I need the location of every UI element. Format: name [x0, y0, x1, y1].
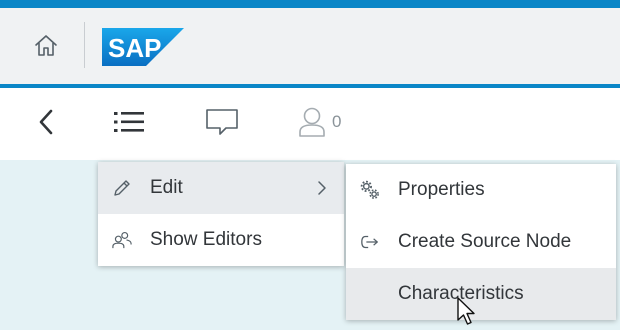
mouse-cursor-icon [457, 297, 475, 325]
menu-item-show-editors[interactable]: Show Editors [98, 214, 344, 266]
context-menu: Edit Show Editors [98, 162, 344, 266]
header-separator [84, 22, 85, 68]
submenu-item-properties[interactable]: Properties [346, 164, 616, 216]
pencil-icon [114, 180, 130, 196]
gears-icon [360, 180, 379, 199]
back-button[interactable] [28, 104, 64, 140]
group-icon [112, 231, 132, 249]
menu-item-edit[interactable]: Edit [98, 162, 344, 214]
submenu: Properties Create Source Node Characteri… [346, 164, 616, 320]
sap-logo[interactable]: SAP [102, 28, 184, 71]
shell-header [0, 8, 620, 88]
home-icon [35, 35, 57, 56]
home-button[interactable] [26, 26, 66, 66]
list-button[interactable] [108, 104, 150, 140]
person-icon [299, 107, 325, 137]
submenu-item-label: Create Source Node [398, 231, 572, 252]
user-count: 0 [332, 112, 342, 131]
submenu-item-characteristics[interactable]: Characteristics [346, 268, 616, 320]
chevron-right-icon [318, 181, 326, 195]
menu-item-label: Show Editors [150, 229, 262, 250]
list-icon [114, 112, 144, 132]
comment-icon [206, 109, 238, 135]
user-count-button[interactable]: 0 [298, 104, 368, 140]
create-arrow-icon [361, 235, 378, 249]
sap-logo-text: SAP [108, 33, 161, 63]
top-accent-line [0, 0, 620, 8]
submenu-item-create-source-node[interactable]: Create Source Node [346, 216, 616, 268]
submenu-item-label: Properties [398, 179, 485, 200]
comment-button[interactable] [202, 104, 242, 140]
chevron-left-icon [39, 109, 53, 135]
menu-item-label: Edit [150, 177, 183, 198]
